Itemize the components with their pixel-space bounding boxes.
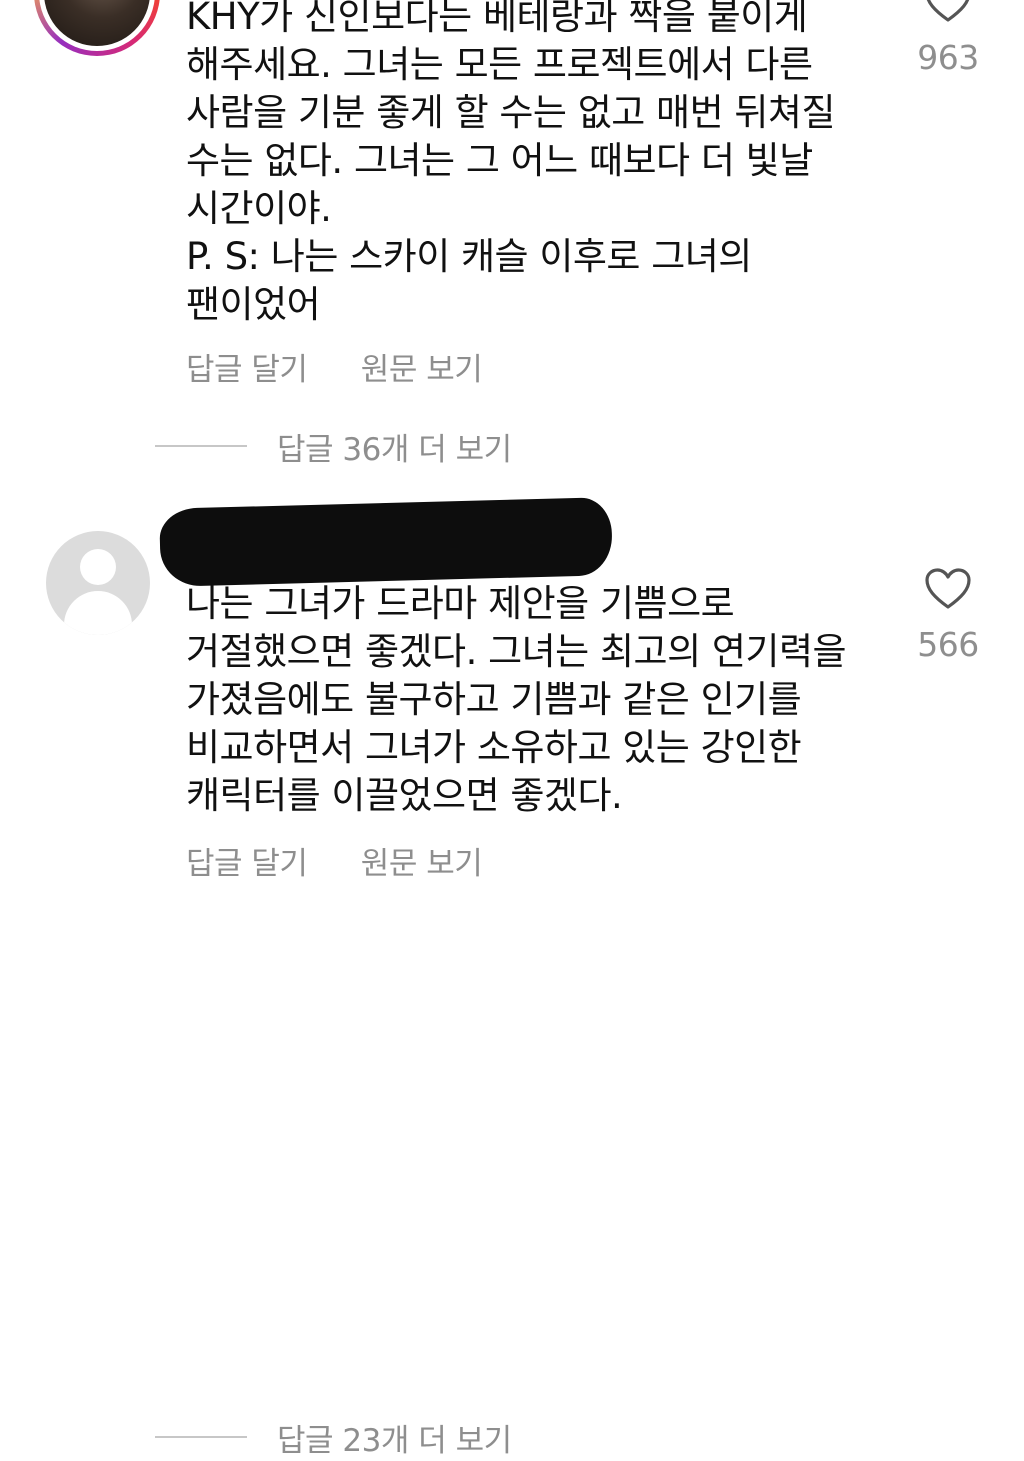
view-more-replies-button[interactable]: 답글 36개 더 보기 [155,422,755,470]
comment-actions: 답글 달기 원문 보기 [186,344,483,389]
avatar-head-shape [80,549,116,585]
comment-item: 나는 그녀가 드라마 제안을 기쁨으로 거절했으면 좋겠다. 그녀는 최고의 연… [0,497,1024,1459]
view-original-button[interactable]: 원문 보기 [361,838,483,883]
comment-item: KHY가 신인보다는 베테랑과 짝을 붙이게 해주세요. 그녀는 모든 프로젝트… [0,0,1024,468]
replies-divider-line [155,1436,247,1438]
redacted-username [159,497,613,587]
commenter-avatar[interactable] [34,0,160,56]
view-more-replies-label: 답글 23개 더 보기 [277,1422,512,1459]
comment-text: KHY가 신인보다는 베테랑과 짝을 붙이게 해주세요. 그녀는 모든 프로젝트… [186,0,836,326]
replies-divider-line [155,445,247,447]
like-count: 963 [917,38,979,77]
comment-actions: 답글 달기 원문 보기 [186,838,483,883]
avatar-photo [44,0,150,46]
view-original-button[interactable]: 원문 보기 [361,344,483,389]
avatar-shoulders-shape [64,591,132,635]
heart-outline-icon[interactable] [924,567,972,611]
view-more-replies-button[interactable]: 답글 23개 더 보기 [155,1413,755,1461]
heart-outline-icon[interactable] [924,0,972,24]
default-avatar-icon[interactable] [46,531,150,635]
comment-text: 나는 그녀가 드라마 제안을 기쁨으로 거절했으면 좋겠다. 그녀는 최고의 연… [186,582,847,817]
view-more-replies-label: 답글 36개 더 보기 [277,431,512,468]
reply-button[interactable]: 답글 달기 [186,344,308,389]
avatar-ring-inner [39,0,155,51]
like-section: 566 [912,567,984,664]
like-section: 963 [912,0,984,77]
reply-button[interactable]: 답글 달기 [186,838,308,883]
like-count: 566 [917,625,979,664]
